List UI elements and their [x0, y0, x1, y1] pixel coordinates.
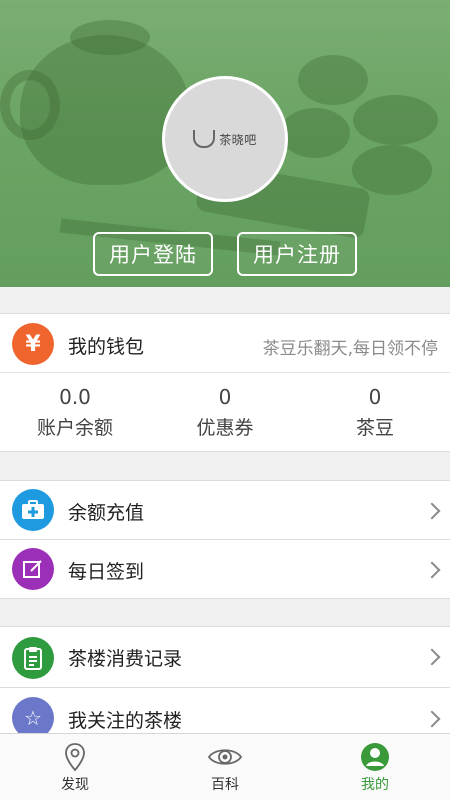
register-button[interactable]: 用户注册: [237, 232, 357, 276]
daily-signin-row[interactable]: 每日签到: [0, 539, 450, 599]
nav-tab-discover-label: 发现: [61, 777, 89, 793]
star-icon: ☆: [12, 697, 54, 733]
coupon-value: 0: [218, 385, 232, 409]
wallet-label: 我的钱包: [68, 336, 145, 358]
app-logo: 茶晓吧: [193, 130, 257, 148]
location-pin-icon: [64, 742, 86, 772]
avatar[interactable]: 茶晓吧: [162, 76, 288, 202]
edit-note-icon: [12, 548, 54, 590]
tea-beans-value: 0: [368, 385, 382, 409]
login-button[interactable]: 用户登陆: [93, 232, 213, 276]
nav-tab-mine-label: 我的: [361, 777, 389, 793]
coupon-label: 优惠券: [196, 417, 254, 439]
wallet-stats: 0.0 账户余额 0 优惠券 0 茶豆: [0, 372, 450, 452]
nav-tab-encyclopedia-label: 百科: [211, 777, 239, 793]
consumption-records-row[interactable]: 茶楼消费记录: [0, 626, 450, 688]
records-label: 茶楼消费记录: [68, 648, 183, 670]
tea-beans-stat[interactable]: 0 茶豆: [300, 373, 450, 451]
app-logo-text: 茶晓吧: [219, 132, 257, 147]
coupon-stat[interactable]: 0 优惠券: [150, 373, 300, 451]
bottom-nav: 发现 百科 我的: [0, 733, 450, 800]
tea-cup-logo-icon: [193, 130, 216, 148]
nav-tab-encyclopedia[interactable]: 百科: [150, 734, 300, 800]
yuan-icon: ¥: [12, 323, 54, 365]
wallet-slogan: 茶豆乐翻天,每日领不停: [262, 339, 438, 359]
balance-label: 账户余额: [36, 417, 113, 439]
clipboard-icon: [12, 637, 54, 679]
wallet-row[interactable]: ¥ 我的钱包 茶豆乐翻天,每日领不停: [0, 313, 450, 373]
followed-teahouses-row[interactable]: ☆ 我关注的茶楼: [0, 687, 450, 733]
chevron-right-icon: [423, 502, 441, 520]
recharge-row[interactable]: 余额充值: [0, 480, 450, 540]
balance-value: 0.0: [59, 385, 91, 409]
follow-label: 我关注的茶楼: [68, 710, 183, 732]
user-icon: [360, 742, 390, 772]
chevron-right-icon: [423, 561, 441, 579]
chevron-right-icon: [423, 648, 441, 666]
profile-header: 茶晓吧 用户登陆 用户注册: [0, 0, 450, 287]
eye-icon: [207, 742, 243, 772]
recharge-label: 余额充值: [68, 502, 145, 524]
tea-beans-label: 茶豆: [355, 417, 394, 439]
signin-label: 每日签到: [68, 561, 145, 583]
first-aid-kit-icon: [12, 489, 54, 531]
nav-tab-mine[interactable]: 我的: [300, 734, 450, 800]
nav-tab-discover[interactable]: 发现: [0, 734, 150, 800]
chevron-right-icon: [423, 710, 441, 728]
balance-stat[interactable]: 0.0 账户余额: [0, 373, 150, 451]
